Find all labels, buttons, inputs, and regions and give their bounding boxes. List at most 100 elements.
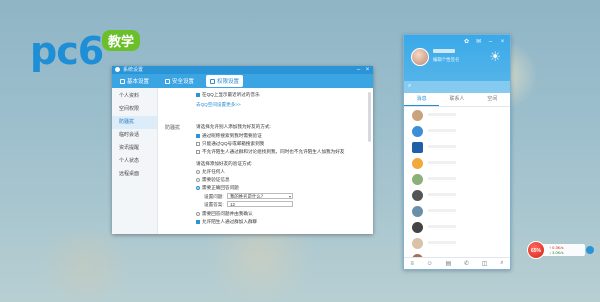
qq-tabs: 消息 联系人 空间 bbox=[404, 93, 510, 107]
contacts-icon[interactable]: ☺ bbox=[427, 261, 433, 267]
scrollbar[interactable] bbox=[368, 92, 371, 142]
list-item[interactable] bbox=[404, 188, 510, 204]
close-icon[interactable]: × bbox=[499, 39, 506, 46]
sidebar-item-space-permission[interactable]: 空间权限 bbox=[112, 103, 157, 116]
sidebar-item-personal-status[interactable]: 个人状态 bbox=[112, 155, 157, 168]
window-titlebar[interactable]: 系统设置 – × bbox=[112, 66, 373, 74]
close-icon[interactable]: × bbox=[363, 66, 372, 74]
settings-window: 系统设置 – × 基本设置 安全设置 权限设置 个人资料 空间权限 防骚扰 临时… bbox=[112, 66, 373, 234]
qq-bottom-toolbar: ≡ ☺ ▤ ✆ ◫ ⌕ bbox=[404, 257, 510, 269]
logo-badge: 教学 bbox=[102, 30, 141, 51]
file-icon[interactable]: ▤ bbox=[446, 260, 452, 267]
avatar bbox=[412, 142, 423, 153]
net-speed-bar: ↑ 0.3K/s ↓ 3.0K/s bbox=[541, 244, 585, 256]
confirm-option[interactable]: 需要回答问题并由我确认 bbox=[196, 211, 253, 217]
checkbox[interactable] bbox=[196, 150, 200, 154]
search-icon[interactable]: ⌕ bbox=[500, 260, 503, 267]
skin-icon[interactable]: ✿ bbox=[463, 39, 470, 46]
signature[interactable]: 编辑个性签名 bbox=[433, 57, 459, 63]
list-item[interactable] bbox=[404, 124, 510, 140]
sidebar-item-anti-harassment[interactable]: 防骚扰 bbox=[112, 116, 157, 129]
accelerate-icon[interactable] bbox=[586, 246, 594, 254]
nickname bbox=[433, 49, 455, 53]
chevron-down-icon: ▾ bbox=[288, 194, 291, 199]
avatar bbox=[412, 158, 423, 169]
tab-label: 安全设置 bbox=[172, 79, 195, 85]
verify-option[interactable]: 通过昵称搜索到我时需要验证 bbox=[196, 133, 262, 139]
list-item[interactable] bbox=[404, 172, 510, 188]
settings-content: 在QQ上显示最近听过的音乐 去QQ空间设置更多>> 防骚扰 请选择允许别人添加我… bbox=[158, 88, 373, 234]
tab-basic-settings[interactable]: 基本设置 bbox=[116, 75, 153, 87]
qq-penguin-icon bbox=[115, 67, 120, 72]
gear-icon bbox=[120, 78, 125, 84]
checkbox[interactable] bbox=[196, 93, 200, 97]
sidebar-item-remote-desktop[interactable]: 远程桌面 bbox=[112, 168, 157, 181]
answer-label: 设置答案: bbox=[204, 202, 224, 207]
memory-usage-ball[interactable]: 65% bbox=[527, 241, 545, 259]
friend-method-option[interactable]: 需要验证信息 bbox=[196, 177, 230, 183]
settings-tabbar: 基本设置 安全设置 权限设置 bbox=[112, 74, 373, 88]
settings-sidebar: 个人资料 空间权限 防骚扰 临时会话 资讯提醒 个人状态 远程桌面 bbox=[112, 88, 158, 234]
sidebar-item-profile[interactable]: 个人资料 bbox=[112, 90, 157, 103]
net-speed-widget[interactable]: ↑ 0.3K/s ↓ 3.0K/s 65% bbox=[527, 241, 600, 259]
qq-header: ✿ ✉ – × 编辑个性签名 ☀ ⌕ bbox=[404, 35, 510, 93]
download-speed: ↓ 3.0K/s bbox=[549, 250, 564, 255]
list-item[interactable] bbox=[404, 156, 510, 172]
tab-contacts[interactable]: 联系人 bbox=[439, 93, 474, 106]
tab-space[interactable]: 空间 bbox=[475, 93, 510, 106]
weather-sun-icon[interactable]: ☀ bbox=[489, 50, 501, 63]
window-title: 系统设置 bbox=[123, 67, 144, 73]
answer-input[interactable]: 12 bbox=[227, 201, 293, 207]
verify-option[interactable]: 不允许陌生人通过群和讨论组找到我，同时也不允许陌生人加我为好友 bbox=[196, 149, 344, 155]
search-icon: ⌕ bbox=[408, 83, 412, 89]
checkbox[interactable] bbox=[196, 134, 200, 138]
shield-icon bbox=[165, 78, 171, 84]
sidebar-item-news-reminder[interactable]: 资讯提醒 bbox=[112, 142, 157, 155]
list-item[interactable] bbox=[404, 236, 510, 252]
menu-icon[interactable]: ≡ bbox=[410, 261, 414, 267]
minimize-icon[interactable]: – bbox=[487, 39, 494, 46]
list-item[interactable] bbox=[404, 140, 510, 156]
verify-heading: 请选择允许别人添加我为好友的方式: bbox=[196, 124, 271, 129]
mail-icon[interactable]: ✉ bbox=[475, 39, 482, 46]
radio-button[interactable] bbox=[196, 170, 200, 174]
tab-messages[interactable]: 消息 bbox=[404, 93, 440, 106]
section-label: 防骚扰 bbox=[165, 125, 181, 131]
avatar bbox=[412, 174, 423, 185]
search-bar[interactable]: ⌕ bbox=[404, 81, 510, 93]
lock-icon bbox=[210, 78, 216, 84]
app-box-icon[interactable]: ◫ bbox=[482, 260, 488, 267]
list-item[interactable] bbox=[404, 204, 510, 220]
qq-main-panel: ✿ ✉ – × 编辑个性签名 ☀ ⌕ 消息 联系人 空间 ≡ ☺ ▤ ✆ ◫ ⌕ bbox=[403, 34, 511, 270]
qzone-settings-link[interactable]: 去QQ空间设置更多>> bbox=[196, 102, 241, 108]
tab-label: 基本设置 bbox=[127, 79, 150, 85]
phone-icon[interactable]: ✆ bbox=[464, 260, 469, 267]
list-item[interactable] bbox=[404, 220, 510, 236]
friend-method-option[interactable]: 需要正确回答问题 bbox=[196, 185, 239, 191]
avatar[interactable] bbox=[411, 48, 429, 66]
avatar bbox=[412, 222, 423, 233]
tab-label: 权限设置 bbox=[217, 79, 240, 85]
list-item[interactable] bbox=[404, 108, 510, 124]
avatar bbox=[412, 206, 423, 217]
sidebar-item-temp-chat[interactable]: 临时会话 bbox=[112, 129, 157, 142]
radio-button[interactable] bbox=[196, 186, 200, 190]
checkbox[interactable] bbox=[196, 142, 200, 146]
show-music-option[interactable]: 在QQ上显示最近听过的音乐 bbox=[196, 92, 260, 98]
tab-permission-settings[interactable]: 权限设置 bbox=[206, 75, 244, 87]
question-select[interactable]: 我的姓名是什么？ ▾ bbox=[227, 193, 293, 199]
contact-list bbox=[404, 108, 510, 268]
radio-button[interactable] bbox=[196, 178, 200, 182]
checkbox[interactable] bbox=[196, 220, 200, 224]
verify-option[interactable]: 只能通过QQ号或邮箱搜索到我 bbox=[196, 141, 264, 147]
radio-button[interactable] bbox=[196, 212, 200, 216]
logo-text: pc6 bbox=[30, 29, 104, 73]
avatar bbox=[412, 110, 423, 121]
avatar bbox=[412, 238, 423, 249]
group-join-option[interactable]: 允许陌生人通过群加入群聊 bbox=[196, 219, 257, 225]
friend-method-heading: 请选择添加好友的验证方式: bbox=[196, 161, 253, 166]
pc6-logo: pc6 教学 bbox=[30, 28, 141, 74]
friend-method-option[interactable]: 允许任何人 bbox=[196, 169, 225, 175]
minimize-icon[interactable]: – bbox=[354, 66, 363, 74]
tab-security-settings[interactable]: 安全设置 bbox=[161, 75, 198, 87]
